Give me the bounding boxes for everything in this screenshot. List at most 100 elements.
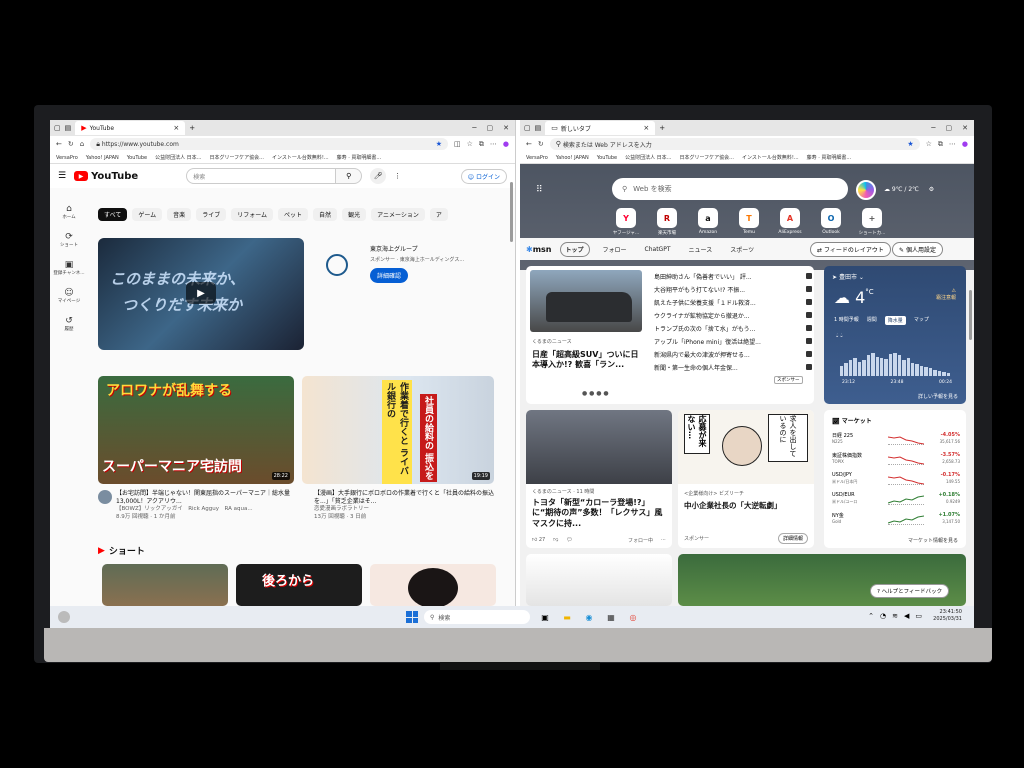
msn-logo[interactable]: ✱msn (526, 245, 552, 254)
fav-item[interactable]: 藤寿 · 買取明細書... (337, 154, 382, 161)
channel-name[interactable]: 恋愛漫画ラボラトリー (314, 506, 499, 513)
more-icon[interactable]: ⋯ (949, 140, 956, 148)
search-input[interactable]: 検索 (186, 168, 337, 184)
file-explorer-icon[interactable]: ▬ (560, 610, 574, 624)
chrome-icon[interactable]: ◎ (626, 610, 640, 624)
minimize-icon[interactable]: ─ (472, 124, 476, 132)
copilot-icon[interactable]: ● (503, 140, 509, 148)
like-button[interactable]: 👍︎ 27 (532, 537, 545, 544)
search-button[interactable]: ⚲ (336, 168, 363, 184)
ad-video-thumbnail[interactable]: このままの未来か、 つくりだす未来か ▶ (98, 238, 304, 350)
sidebar-item-history[interactable]: ↺ 履歴 (50, 316, 88, 332)
news-image[interactable] (530, 270, 642, 332)
chip[interactable]: リフォーム (231, 208, 274, 221)
news-list-item[interactable]: 新聞・第一生命の個人年金保... (654, 361, 812, 374)
tab-actions-icon[interactable]: ▤ (535, 124, 542, 132)
taskbar-search[interactable]: ⚲ 検索 (424, 610, 530, 624)
sidebar-item-mypage[interactable]: ☺ マイページ (50, 288, 88, 304)
collections-icon[interactable]: ⧉ (479, 140, 484, 148)
tab-new-tab[interactable]: ▭ 新しいタブ × (545, 121, 656, 135)
refresh-icon[interactable]: ↻ (68, 140, 74, 148)
sidebar-item-subscriptions[interactable]: ▣ 登録チャンネ... (50, 260, 88, 276)
task-view-icon[interactable]: ▣ (538, 610, 552, 624)
market-row[interactable]: NY金 Gold +1.07% 3,147.50 (832, 512, 960, 528)
news-headline[interactable]: 日産「超高級SUV」ついに日本導入か!? 歓喜「ラン... (532, 350, 646, 371)
short-thumbnail[interactable] (370, 564, 496, 606)
chip[interactable]: 音楽 (167, 208, 192, 221)
settings-gear-icon[interactable]: ⚙ (929, 186, 934, 193)
copilot-icon[interactable]: ● (962, 140, 968, 148)
market-row[interactable]: 日経 225 N225 -4.05% 35,617.56 (832, 432, 960, 448)
start-button-windows-icon[interactable] (406, 611, 418, 623)
dislike-icon[interactable]: 👎︎ (553, 537, 558, 544)
ad-details-button[interactable]: 詳細情報 (777, 533, 808, 544)
news-list-item[interactable]: 島田紳助さん「偽善者でいい」 評... (654, 270, 812, 283)
fav-item[interactable]: VersaPro (56, 155, 78, 161)
more-icon[interactable]: ⋯ (661, 537, 666, 544)
clock[interactable]: 23:41:50 2025/03/31 (933, 609, 962, 622)
more-icon[interactable]: ⋯ (490, 140, 497, 148)
video-thumbnail[interactable]: 作業着で行くと ライバル銀行の 社員の給料の 振込を 19:19 (302, 376, 494, 484)
news-list-item[interactable]: ウクライナが鉱物協定から撤退か... (654, 309, 812, 322)
fav-item[interactable]: 公益財団法人 日本... (155, 154, 201, 161)
favorite-star-icon[interactable]: ★ (907, 140, 913, 148)
fav-item[interactable]: VersaPro (526, 155, 548, 161)
sponsored-card[interactable]: 応募が来ない… 求人を出しているのに <企業様向け> ビズリーチ 中小企業社長の… (678, 410, 814, 548)
ad-details-button[interactable]: 詳細確認 (370, 268, 409, 283)
carousel-dots-icon[interactable]: ● ● ● ● (582, 390, 609, 397)
news-headline[interactable]: トヨタ「新型“カローラ登場!?」に“期待の声”多数！「レクサス」風マスクに持..… (532, 498, 668, 529)
collections-icon[interactable]: ⧉ (938, 140, 943, 148)
sponsor-title[interactable]: 東京海上グループ (370, 244, 418, 253)
web-search-input[interactable]: ⚲ Web を検索 (612, 178, 848, 200)
comment-icon[interactable]: 💬︎ (566, 537, 572, 544)
short-thumbnail[interactable] (102, 564, 228, 606)
fav-item[interactable]: 公益財団法人 日本... (625, 154, 671, 161)
network-icon[interactable]: ◔ (880, 612, 886, 620)
back-icon[interactable]: ← (526, 140, 532, 148)
personalize-button[interactable]: ✎ 個人用設定 (892, 242, 943, 257)
video-thumbnail[interactable]: アロワナが乱舞する スーパーマニア宅訪問 28:22 (98, 376, 294, 484)
widgets-icon[interactable] (58, 611, 70, 623)
tab-actions-icon[interactable]: ▤ (65, 124, 72, 132)
battery-icon[interactable]: ▭ (915, 612, 922, 620)
feed-tab-sports[interactable]: スポーツ (725, 243, 759, 256)
minimize-icon[interactable]: ─ (931, 124, 935, 132)
chip[interactable]: ペット (278, 208, 309, 221)
quick-link[interactable]: O Outlook (817, 208, 845, 236)
new-tab-icon[interactable]: + (189, 124, 195, 132)
quick-link[interactable]: R 楽天市場 (653, 208, 681, 236)
short-thumbnail[interactable]: 後ろから (236, 564, 362, 606)
fav-item[interactable]: 日本グリーフケア協会... (679, 154, 733, 161)
voice-search-button[interactable]: 🎤︎ (370, 168, 387, 184)
news-card[interactable] (678, 554, 966, 606)
feed-tab-news[interactable]: ニュース (684, 243, 718, 256)
news-card[interactable] (526, 554, 672, 606)
weather-more-link[interactable]: 詳しい予報を見る (918, 393, 958, 400)
url-field[interactable]: 🔒︎ https://www.youtube.com ★ (90, 138, 448, 150)
news-list-item[interactable]: 大谷翔平がもう打てない!? 不振... (654, 283, 812, 296)
fav-item[interactable]: 日本グリーフケア協会... (209, 154, 263, 161)
chip[interactable]: ライブ (196, 208, 227, 221)
feed-tab-chatgpt[interactable]: ChatGPT (640, 244, 676, 255)
close-tab-icon[interactable]: × (173, 124, 179, 132)
chip[interactable]: 観光 (342, 208, 367, 221)
weather-alert[interactable]: ⚠ 霜注意報 (936, 288, 956, 301)
url-field[interactable]: ⚲ 検索または Web アドレスを入力 ★ (549, 138, 920, 150)
help-feedback-button[interactable]: ? ヘルプとフィードバック (870, 584, 950, 598)
news-list-item[interactable]: 飢えた子供に栄養支援「１ドル救済... (654, 296, 812, 309)
maximize-icon[interactable]: ▢ (946, 124, 953, 132)
quick-link[interactable]: T Temu (735, 208, 763, 236)
weather-tab-hourly[interactable]: 1 時間予報 (834, 316, 859, 325)
channel-avatar[interactable] (98, 490, 112, 504)
close-window-icon[interactable]: ✕ (503, 124, 509, 132)
workspaces-icon[interactable]: ▢ (54, 124, 61, 132)
tab-youtube[interactable]: ▶ YouTube × (75, 121, 186, 135)
weather-tab-weekly[interactable]: 週間 (867, 316, 877, 325)
fav-item[interactable]: YouTube (127, 155, 147, 161)
favorite-star-icon[interactable]: ★ (436, 140, 442, 148)
chip[interactable]: ア (429, 208, 448, 221)
edge-icon[interactable]: ◉ (582, 610, 596, 624)
market-more-link[interactable]: マーケット情報を見る (908, 537, 958, 544)
market-row[interactable]: 東証株価指数 TOPIX -3.57% 2,658.73 (832, 452, 960, 468)
quick-link[interactable]: A AliExpress (776, 208, 804, 236)
